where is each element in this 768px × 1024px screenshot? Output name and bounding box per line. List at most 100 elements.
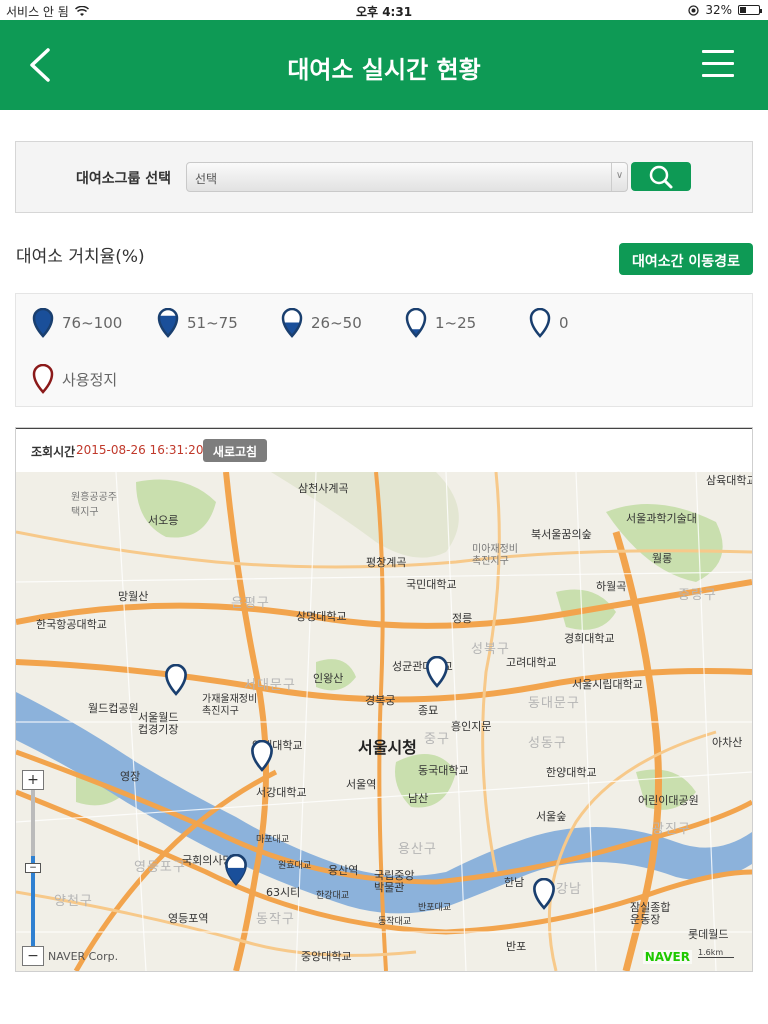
app-header: 대여소 실시간 현황 [0, 20, 768, 110]
map-label: 동대문구 [528, 696, 580, 711]
station-marker[interactable] [425, 656, 449, 688]
map-label: 한강대교 [316, 891, 350, 901]
map-label: 마포대교 [256, 835, 290, 845]
map-label: 가재울재정비촉진지구 [202, 694, 258, 717]
map-label: 삼천사계곡 [298, 482, 349, 495]
map-label: 남산 [408, 792, 429, 805]
pin-icon [281, 308, 303, 338]
map-label: 서울역 [346, 778, 377, 791]
chevron-down-icon: ∨ [611, 163, 627, 191]
map-view[interactable]: 삼천사계곡 서오릉 원흥공공주택지구 평창계곡 국민대학교 북서울꿈의숲 서울과… [16, 472, 752, 971]
map-label: 삼육대학교 [706, 474, 752, 487]
group-filter: 대여소그룹 선택 선택 ∨ [15, 141, 753, 213]
map-label: 원효대교 [278, 861, 312, 871]
map-label: 원흥공공주택지구 [71, 492, 117, 518]
map-label: 경희대학교 [564, 632, 615, 645]
map-label: 한국항공대학교 [36, 618, 107, 631]
station-marker[interactable] [224, 854, 248, 886]
hamburger-menu-icon[interactable] [702, 50, 734, 80]
map-label: 서대문구 [244, 678, 296, 693]
legend-item: 51~75 [157, 308, 238, 338]
map-label: 하월곡 [596, 580, 627, 593]
group-select[interactable]: 선택 ∨ [186, 162, 628, 192]
zoom-out-button[interactable]: − [22, 946, 44, 966]
legend-item: 0 [529, 308, 569, 338]
map-label: 한남 [504, 876, 525, 889]
map-label: 고려대학교 [506, 656, 557, 669]
map-label: 북서울꿈의숲 [531, 528, 592, 541]
map-label: 국립중앙박물관 [374, 869, 415, 894]
legend-label: 0 [559, 314, 569, 332]
station-marker[interactable] [164, 664, 188, 696]
map-credit: NAVER Corp. [48, 950, 119, 963]
map-label: 잠실종합운동장 [630, 901, 671, 926]
map-label: 미아재정비촉진지구 [472, 544, 518, 567]
legend-item: 26~50 [281, 308, 362, 338]
map-label: 영등포구 [134, 860, 186, 875]
map-label: 롯데월드 [688, 928, 729, 941]
map-label: 국민대학교 [406, 578, 457, 591]
map-label: 동국대학교 [418, 764, 469, 777]
map-label: 강남 [556, 882, 582, 897]
refresh-button[interactable]: 새로고침 [203, 439, 267, 462]
map-label: 용산역 [328, 864, 359, 877]
map-label: 영장 [120, 770, 141, 783]
pin-icon [32, 364, 54, 394]
pin-icon [405, 308, 427, 338]
map-label: 월드컵공원 [88, 702, 139, 715]
query-time-value: 2015-08-26 16:31:20 [76, 443, 204, 457]
query-time-label: 조회시간 [31, 445, 76, 459]
legend-label: 26~50 [311, 314, 362, 332]
legend-label: 1~25 [435, 314, 477, 332]
station-marker[interactable] [250, 740, 274, 772]
map-label: 아차산 [712, 736, 743, 749]
naver-logo: NAVER [642, 950, 692, 964]
pin-icon [32, 308, 54, 338]
status-bar: 서비스 안 됨 오후 4:31 32% [0, 0, 768, 20]
station-marker[interactable] [532, 878, 556, 910]
map-label: 중앙대학교 [301, 950, 352, 963]
map-label: 흥인지문 [451, 720, 492, 733]
map-label: 동작구 [256, 912, 295, 927]
map-label: 영등포역 [168, 912, 209, 925]
route-button[interactable]: 대여소간 이동경로 [619, 243, 753, 275]
legend-label: 51~75 [187, 314, 238, 332]
map-label: 정릉 [452, 612, 473, 625]
pin-icon [529, 308, 551, 338]
map-label: 서울월드컵경기장 [138, 711, 179, 736]
map-label: 한양대학교 [546, 766, 597, 779]
zoom-slider-handle[interactable]: − [25, 863, 41, 873]
map-label: 서강대학교 [256, 786, 307, 799]
map-label: 상명대학교 [296, 610, 347, 623]
occupancy-title: 대여소 거치율(%) [16, 247, 145, 267]
search-icon [649, 165, 673, 189]
map-label: 63시티 [266, 886, 301, 899]
map-label: 반포대교 [418, 903, 452, 913]
legend-item: 사용정지 [32, 364, 117, 394]
legend-item: 76~100 [32, 308, 122, 338]
search-button[interactable] [631, 162, 691, 191]
map-label: 경복궁 [365, 694, 396, 707]
zoom-control: + − − [22, 770, 44, 966]
map-label: 중구 [424, 732, 450, 747]
map-label: 망월산 [118, 590, 149, 603]
legend-label: 사용정지 [62, 370, 118, 389]
map-base [16, 472, 752, 971]
map-label: 인왕산 [313, 672, 344, 685]
pin-icon [157, 308, 179, 338]
battery-icon [738, 5, 762, 15]
map-header: 조회시간 2015-08-26 16:31:20 새로고침 [16, 428, 752, 472]
map-label: 서울과학기술대 [626, 512, 697, 525]
map-panel: 조회시간 2015-08-26 16:31:20 새로고침 삼천사계곡 서오릉 … [15, 427, 753, 972]
zoom-in-button[interactable]: + [22, 770, 44, 790]
rotation-lock-icon [688, 4, 699, 16]
group-select-value: 선택 [195, 172, 218, 186]
map-label: 은평구 [231, 596, 270, 611]
legend-label: 76~100 [62, 314, 123, 332]
map-label: 성북구 [471, 642, 510, 657]
battery-percent: 32% [705, 3, 732, 17]
map-label: 서울시청 [358, 738, 417, 757]
map-label: 월롱 [652, 552, 673, 565]
legend-item: 1~25 [405, 308, 476, 338]
map-label: 서울숲 [536, 810, 567, 823]
